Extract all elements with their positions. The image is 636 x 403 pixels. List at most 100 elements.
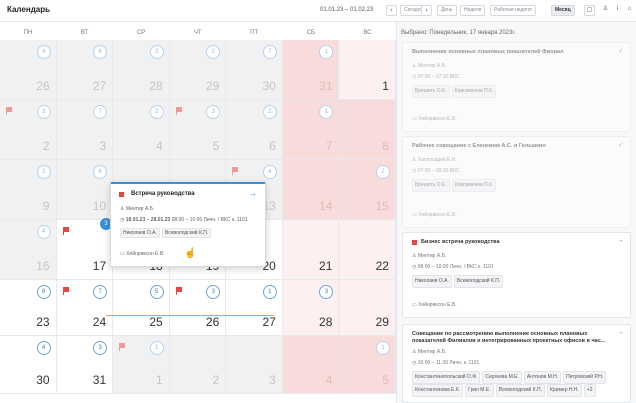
event-count-badge[interactable]: 4 <box>262 165 277 179</box>
event-count-badge[interactable]: 1 <box>375 341 390 355</box>
event-count-badge[interactable]: 3 <box>149 45 164 59</box>
event-count-badge[interactable]: 6 <box>93 165 108 179</box>
day-cell[interactable]: 6 27 <box>56 40 114 100</box>
day-cell[interactable]: 21 <box>282 220 340 280</box>
day-number: 1 <box>156 373 163 387</box>
day-cell[interactable]: 73 <box>56 100 114 160</box>
event-count-badge[interactable]: 4 <box>36 45 51 59</box>
day-cell[interactable]: 5 25 <box>113 280 170 336</box>
event-count-badge[interactable]: 2 <box>375 165 390 179</box>
event-count-badge[interactable]: 6 <box>93 45 108 59</box>
popup-title: Встреча руководства <box>131 191 195 197</box>
check-icon[interactable]: ✓ <box>618 47 624 55</box>
info-icon[interactable]: i <box>612 5 623 16</box>
card-place: Личн. / ВКС к. 1101 <box>449 264 494 270</box>
popup-place: Личн. / ВКС к. 1101 <box>203 217 248 223</box>
day-cell[interactable]: 7 24 <box>56 280 114 336</box>
event-count-badge[interactable]: 3 <box>206 285 221 299</box>
day-cell[interactable]: 15 <box>339 336 396 394</box>
popup-person: ♙ Минтир А.Б. <box>120 206 155 212</box>
card-author: ▭ Хейнриксон Е.В. <box>412 116 457 122</box>
next-button[interactable]: › <box>421 5 432 16</box>
event-count-badge[interactable]: 1 <box>319 105 334 119</box>
event-bar[interactable] <box>106 315 274 316</box>
day-cell[interactable]: 1 27 <box>226 280 283 336</box>
weekday-header: ВТ <box>80 30 89 36</box>
day-number: 30 <box>262 79 276 93</box>
day-cell[interactable]: 3 28 <box>113 40 170 100</box>
participant-tag: Всеволодский К.П. <box>495 384 545 397</box>
event-count-badge[interactable]: 7 <box>262 45 277 59</box>
arrow-right-icon[interactable]: → <box>249 189 257 198</box>
participant-tag: Петровский Р.Н. <box>563 371 607 384</box>
card-time: ◷ 07:00 – 07:30 ВКС <box>412 74 460 80</box>
event-count-badge[interactable]: 1 <box>262 285 277 299</box>
people-icon[interactable]: ♙ <box>600 5 611 16</box>
popup-date: 18.01.23 – 28.01.23 <box>125 217 171 223</box>
day-cell[interactable]: 3 31 <box>56 336 114 394</box>
event-count-badge[interactable]: 3 <box>93 341 108 355</box>
event-count-badge[interactable]: 5 <box>149 285 164 299</box>
day-cell[interactable]: 1 <box>339 40 396 100</box>
day-cell[interactable]: 4 <box>282 336 340 394</box>
day-cell[interactable]: 8 23 <box>0 280 57 336</box>
day-cell[interactable]: 7 30 <box>226 40 283 100</box>
event-count-badge[interactable]: 3 <box>36 165 51 179</box>
day-cell[interactable]: 3 <box>226 336 283 394</box>
day-cell[interactable]: 11 <box>113 336 170 394</box>
day-number: 22 <box>375 259 389 273</box>
day-cell[interactable]: 2 <box>169 336 227 394</box>
day-cell[interactable]: 22 <box>339 220 396 280</box>
event-count-badge[interactable]: 2 <box>149 105 164 119</box>
event-count-badge[interactable]: 3 <box>319 285 334 299</box>
day-cell[interactable]: 4 16 <box>0 220 57 280</box>
day-cell[interactable]: 24 <box>113 100 170 160</box>
event-count-badge[interactable]: 3 <box>206 105 221 119</box>
event-count-badge[interactable]: 3 <box>36 105 51 119</box>
day-cell[interactable]: 2 29 <box>169 40 227 100</box>
event-card[interactable]: Бизнес встреча руководства → ♙ Минтир А.Б.… <box>402 232 631 318</box>
day-cell[interactable]: 39 <box>0 160 57 220</box>
day-cell[interactable]: 35 <box>169 100 227 160</box>
check-icon[interactable]: ✓ <box>618 141 624 149</box>
day-cell[interactable]: 26 <box>226 100 283 160</box>
arrow-right-icon[interactable]: → <box>617 237 624 244</box>
day-cell[interactable]: 3 28 <box>282 280 340 336</box>
arrow-right-icon[interactable]: → <box>617 329 624 336</box>
event-card[interactable]: Совещание по рассмотрению выполнение осн… <box>402 324 631 403</box>
day-cell[interactable]: 2 15 <box>339 160 396 220</box>
event-count-badge[interactable]: 7 <box>93 105 108 119</box>
day-cell[interactable]: 3 26 <box>169 280 227 336</box>
day-cell[interactable]: 1 31 <box>282 40 340 100</box>
weekday-header: СБ <box>306 30 315 36</box>
event-card[interactable]: Выполнение основных плановых показателей… <box>402 42 631 132</box>
day-cell[interactable]: 8 <box>339 100 396 160</box>
calendar-icon[interactable]: ▢ <box>584 5 595 16</box>
day-cell[interactable]: 6 10 <box>56 160 114 220</box>
prev-button[interactable]: ‹ <box>386 5 397 16</box>
day-cell[interactable]: 17 <box>282 100 340 160</box>
event-count-badge[interactable]: 7 <box>93 285 108 299</box>
event-count-badge[interactable]: 8 <box>36 285 51 299</box>
view-month-button[interactable]: Месяц <box>551 5 575 16</box>
day-cell[interactable]: 4 26 <box>0 40 57 100</box>
card-title: Рабочее совещание с Еленевим А.С. и Гель… <box>412 143 546 149</box>
card-person-name: Минтир А.Б. <box>417 63 447 69</box>
view-week-button[interactable]: Неделя <box>460 5 486 16</box>
event-count-badge[interactable]: 4 <box>36 341 51 355</box>
home-icon[interactable]: ⌂ <box>624 5 635 16</box>
day-cell[interactable]: 14 <box>282 160 340 220</box>
event-count-badge[interactable]: 1 <box>319 45 334 59</box>
participant-tag: Всеволодский К.П. <box>161 228 212 238</box>
day-cell[interactable]: 29 <box>339 280 396 336</box>
day-cell[interactable]: 32 <box>0 100 57 160</box>
day-cell[interactable]: 4 30 <box>0 336 57 394</box>
event-count-badge[interactable]: 2 <box>206 45 221 59</box>
day-number: 31 <box>92 373 107 387</box>
event-card[interactable]: Рабочее совещание с Еленевим А.С. и Гель… <box>402 136 631 228</box>
view-workweek-button[interactable]: Рабочая неделя <box>490 5 536 16</box>
event-count-badge[interactable]: 4 <box>36 225 51 239</box>
event-count-badge[interactable]: 2 <box>262 105 277 119</box>
view-day-button[interactable]: День <box>437 5 457 16</box>
event-count-badge[interactable]: 1 <box>149 341 164 355</box>
